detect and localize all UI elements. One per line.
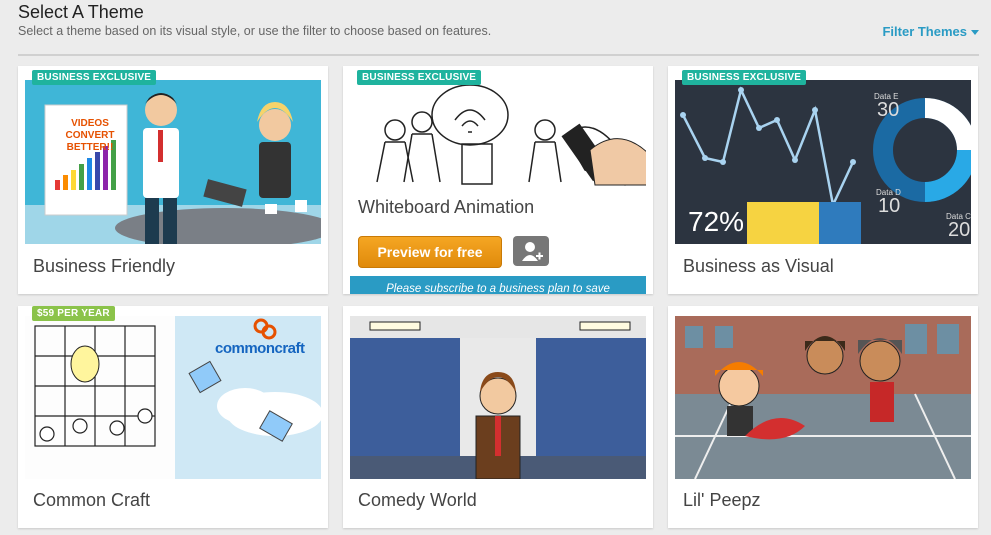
theme-thumbnail	[350, 80, 646, 186]
filter-themes-button[interactable]: Filter Themes	[882, 24, 979, 39]
theme-name: Business as Visual	[683, 256, 834, 276]
theme-name: Whiteboard Animation	[358, 197, 535, 217]
theme-card-business-friendly[interactable]: BUSINESS EXCLUSIVE VIDEOS CONVERT BETTER…	[18, 66, 328, 294]
theme-thumbnail	[675, 316, 971, 479]
add-user-icon	[522, 242, 543, 261]
theme-card-business-as-visual[interactable]: BUSINESS EXCLUSIVE 72% Data E 30 Data D …	[668, 66, 978, 294]
lil-peepz-illustration	[675, 316, 971, 479]
add-user-button[interactable]	[513, 236, 549, 266]
chevron-down-icon	[971, 30, 979, 36]
theme-card-whiteboard-animation[interactable]: BUSINESS EXCLUSIVE Whiteboard Animation …	[343, 66, 653, 294]
theme-name: Common Craft	[33, 490, 151, 510]
theme-card-common-craft[interactable]: $59 PER YEAR commoncraft Common Craft	[18, 306, 328, 528]
theme-thumbnail	[350, 316, 646, 479]
stat-percent: 72%	[688, 206, 745, 237]
badge-business-exclusive: BUSINESS EXCLUSIVE	[357, 70, 482, 85]
theme-name: Business Friendly	[33, 256, 176, 276]
filter-themes-label: Filter Themes	[882, 24, 967, 39]
page-subtitle: Select a theme based on its visual style…	[18, 24, 492, 38]
common-craft-logo: commoncraft	[215, 340, 305, 357]
business-friendly-illustration	[25, 93, 321, 244]
badge-business-exclusive: BUSINESS EXCLUSIVE	[32, 70, 157, 85]
page-title: Select A Theme	[18, 2, 144, 22]
stat-data-c: 20	[948, 219, 971, 241]
page-header: Select A Theme Select a theme based on i…	[18, 0, 979, 56]
whiteboard-illustration	[376, 84, 646, 186]
stat-data-d: 10	[878, 195, 901, 217]
theme-name: Lil' Peepz	[683, 490, 761, 510]
stat-data-e: 30	[877, 99, 900, 121]
theme-thumbnail	[25, 80, 321, 244]
preview-for-free-button[interactable]: Preview for free	[358, 236, 502, 268]
subscribe-notice: Please subscribe to a business plan to s…	[350, 276, 646, 294]
badge-business-exclusive: BUSINESS EXCLUSIVE	[682, 70, 807, 85]
theme-card-lil-peepz[interactable]: Lil' Peepz	[668, 306, 978, 528]
thumbnail-slogan: VIDEOS CONVERT BETTER!!	[65, 118, 115, 153]
badge-price: $59 PER YEAR	[32, 306, 115, 321]
theme-name: Comedy World	[358, 490, 477, 510]
comedy-world-illustration	[350, 316, 646, 479]
theme-card-comedy-world[interactable]: Comedy World	[343, 306, 653, 528]
